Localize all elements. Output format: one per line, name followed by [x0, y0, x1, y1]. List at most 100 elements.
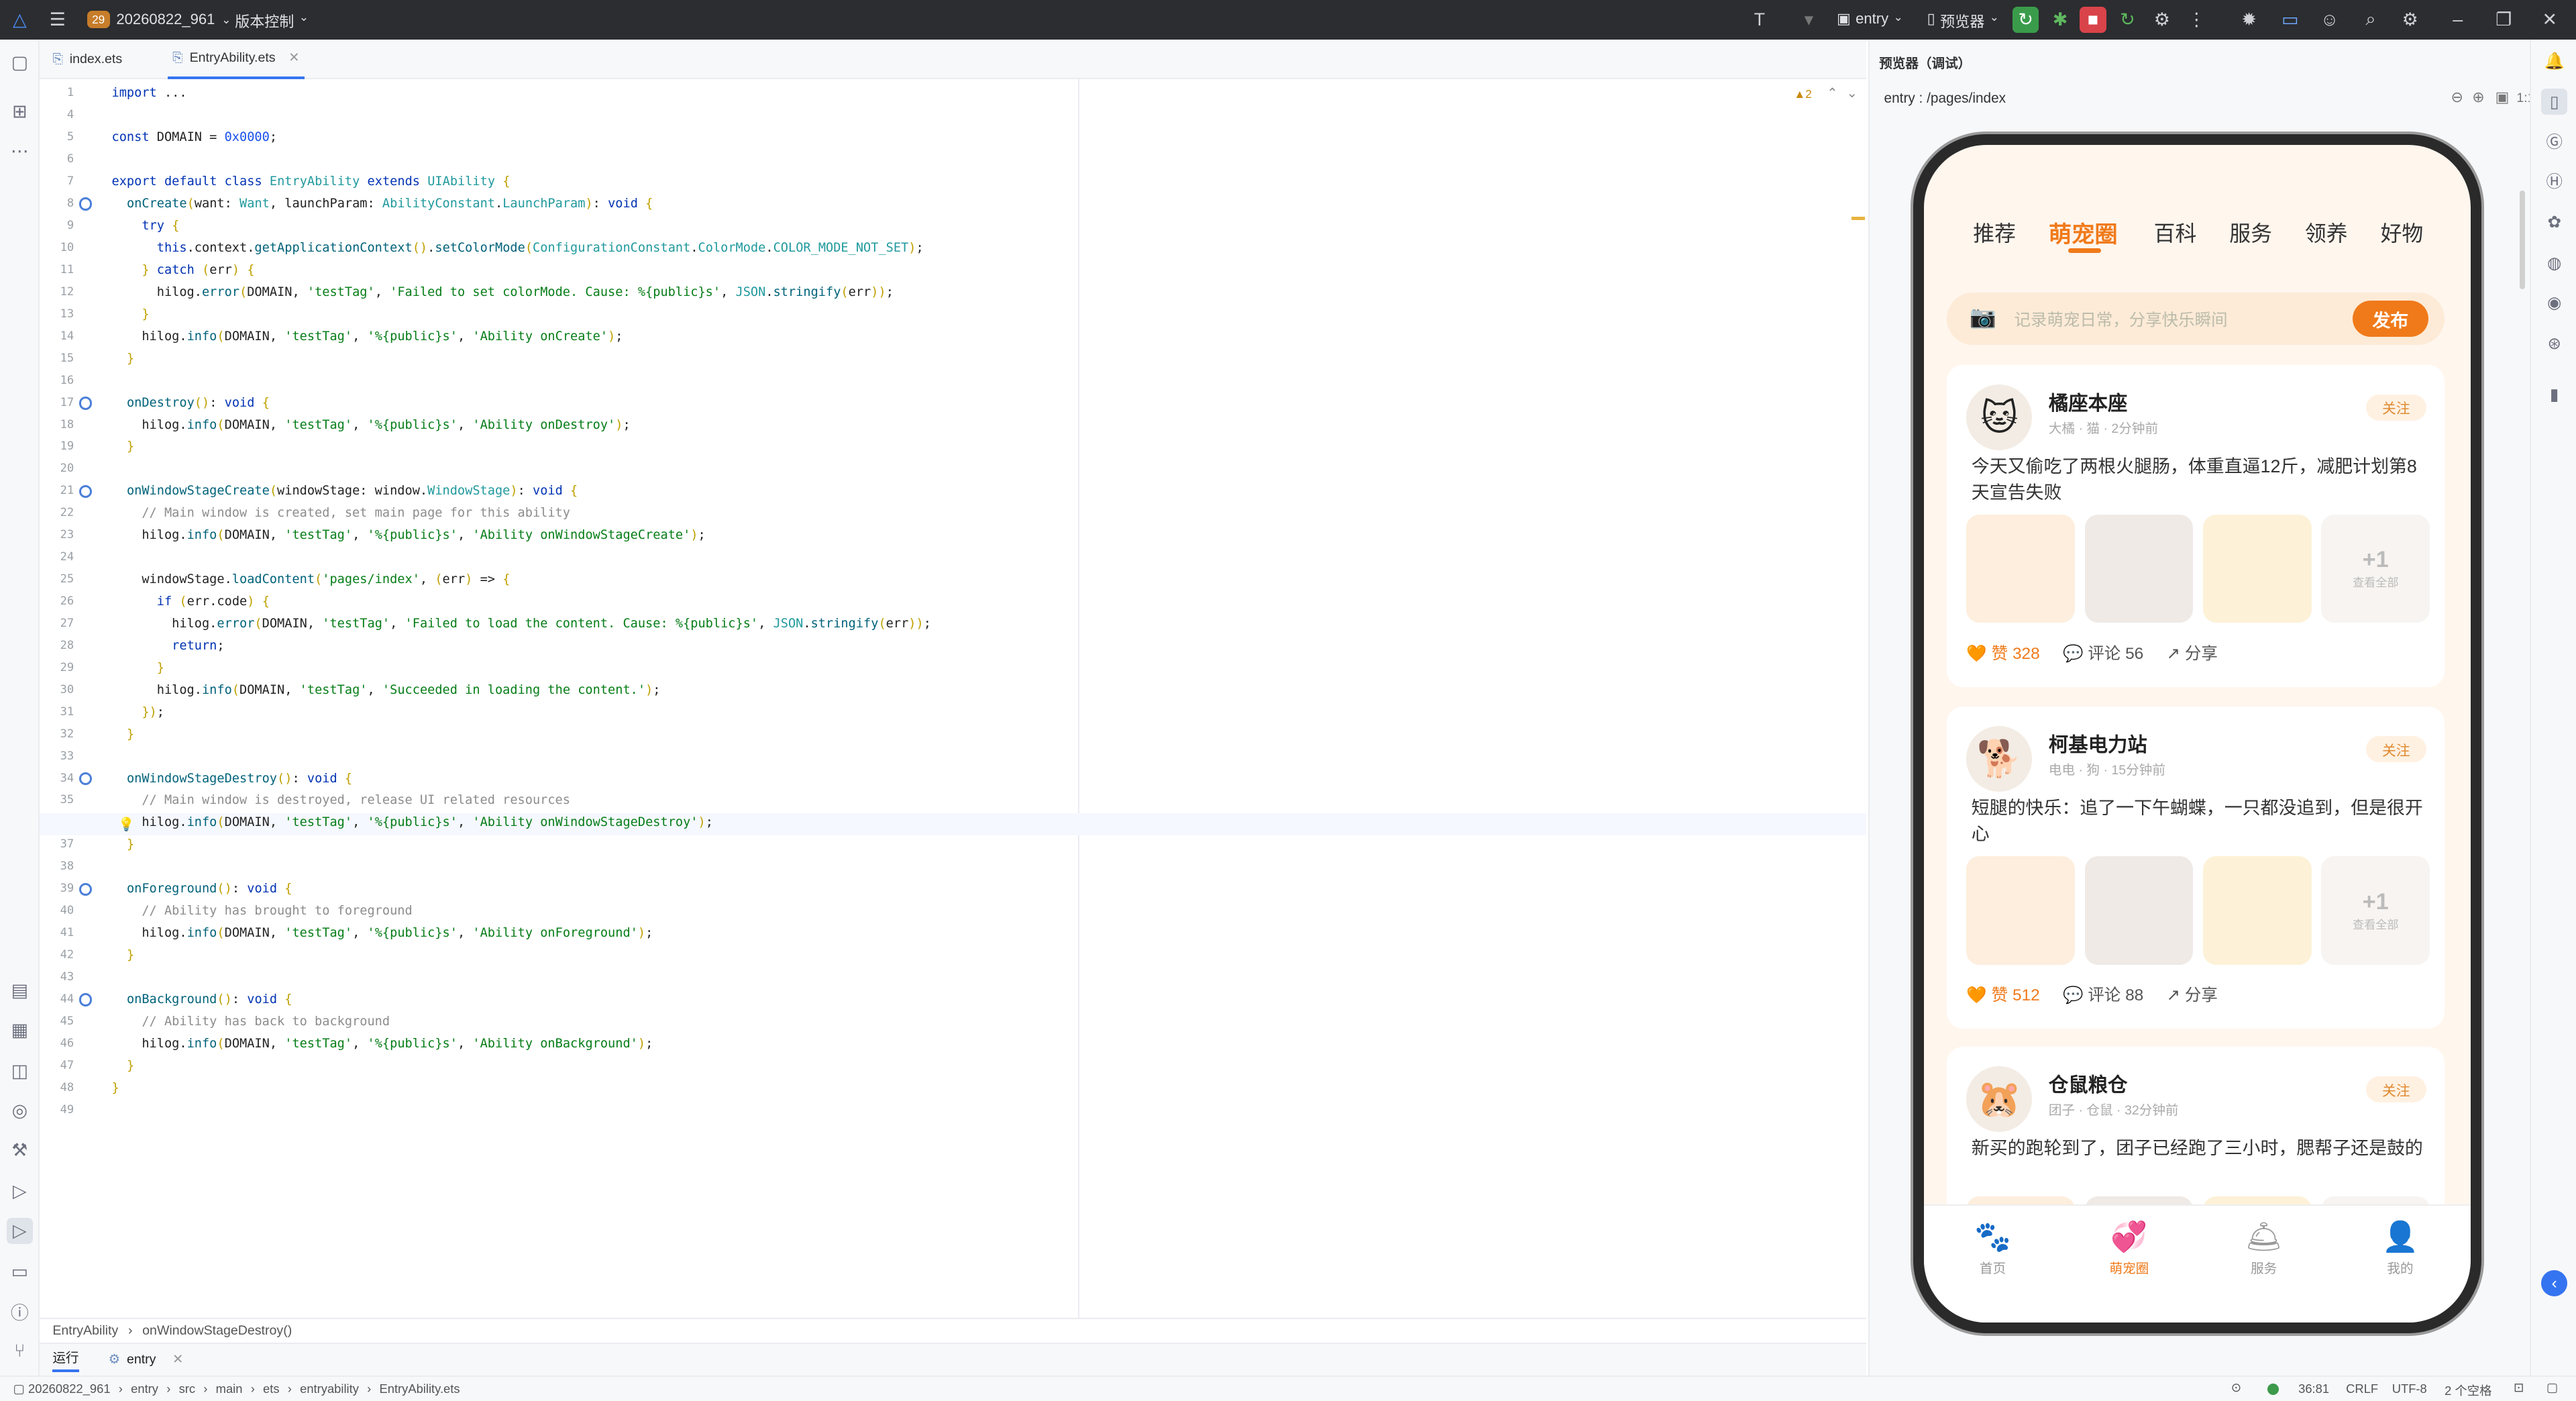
db-icon[interactable]: ◍	[2541, 250, 2567, 276]
user-name[interactable]: 橘座本座	[2049, 388, 2128, 416]
apply-changes-icon[interactable]: ↻	[2114, 7, 2141, 33]
code-line[interactable]: onWindowStageCreate(windowStage: window.…	[112, 480, 578, 502]
composer-input[interactable]: 记录萌宠日常，分享快乐瞬间	[2014, 307, 2227, 331]
code-area[interactable]: import ... const DOMAIN = 0x0000; export d…	[112, 79, 1867, 1318]
cursor-position[interactable]: 36:81	[2298, 1382, 2329, 1396]
code-line[interactable]: }	[112, 723, 134, 745]
follow-button[interactable]: 关注	[2365, 1076, 2427, 1103]
override-marker-icon[interactable]	[78, 993, 93, 1006]
code-line[interactable]: }	[112, 1077, 119, 1099]
avatar[interactable]: 🐹	[1966, 1066, 2033, 1133]
code-line[interactable]: hilog.info(DOMAIN, 'testTag', 'Succeeded…	[112, 679, 661, 701]
tab-index-ets[interactable]: ⎘ index.ets	[52, 40, 122, 79]
like-button[interactable]: 🧡 赞 512	[1966, 982, 2039, 1006]
override-marker-icon[interactable]	[78, 396, 93, 410]
notifications-icon[interactable]: 🔔	[2541, 48, 2567, 74]
code-line[interactable]: }	[112, 1055, 134, 1077]
code-line[interactable]: hilog.info(DOMAIN, 'testTag', '%{public}…	[112, 1033, 653, 1055]
breadcrumb-method[interactable]: onWindowStageDestroy()	[142, 1323, 292, 1339]
user-name[interactable]: 柯基电力站	[2049, 729, 2147, 758]
code-line[interactable]: export default class EntryAbility extend…	[112, 170, 511, 193]
code-line[interactable]: hilog.error(DOMAIN, 'testTag', 'Failed t…	[112, 281, 894, 303]
share-button[interactable]: ↗ 分享	[2167, 982, 2218, 1006]
path-segment[interactable]: ets	[263, 1382, 280, 1396]
post-image[interactable]	[2084, 855, 2194, 965]
code-line[interactable]: hilog.error(DOMAIN, 'testTag', 'Failed t…	[112, 613, 931, 635]
chevron-up-icon[interactable]: ⌃	[1827, 85, 1837, 101]
project-selector[interactable]: 29 20260822_961 ⌄	[87, 8, 231, 31]
app-tab[interactable]: 好物	[2381, 217, 2424, 248]
override-marker-icon[interactable]	[78, 882, 93, 896]
run-config-selector[interactable]: ▣ entry ⌄	[1837, 10, 1903, 28]
code-line[interactable]: onBackground(): void {	[112, 988, 292, 1010]
comment-button[interactable]: 💬 评论 88	[2063, 982, 2143, 1006]
view-all-images[interactable]: +1 查看全部	[2321, 514, 2430, 623]
code-line[interactable]: try {	[112, 215, 179, 237]
robot-icon[interactable]: ⊛	[2541, 330, 2567, 356]
code-line[interactable]: windowStage.loadContent('pages/index', (…	[112, 568, 510, 590]
path-segment[interactable]: entryability	[300, 1382, 359, 1396]
override-marker-icon[interactable]	[78, 772, 93, 786]
code-line[interactable]: hilog.info(DOMAIN, 'testTag', '%{public}…	[112, 811, 713, 833]
notes-icon[interactable]: ▤	[7, 978, 33, 1004]
device-selector[interactable]: ▯ 预览器 ⌄	[1927, 10, 1999, 32]
inspection-warnings[interactable]: ▲2	[1794, 87, 1811, 101]
app-tab[interactable]: 领养	[2305, 217, 2348, 248]
maximize-icon[interactable]: ❐	[2491, 7, 2517, 33]
eye-icon[interactable]: ◉	[2541, 289, 2567, 315]
fit-icon[interactable]: ▣	[2496, 89, 2510, 106]
bottom-nav-item[interactable]: 💞 萌宠圈	[2088, 1219, 2170, 1277]
code-line[interactable]: this.context.getApplicationContext().set…	[112, 237, 924, 259]
app-tab[interactable]: 服务	[2229, 217, 2272, 248]
publish-button[interactable]: 发布	[2352, 301, 2428, 338]
indent-setting[interactable]: 2 个空格	[2445, 1382, 2491, 1399]
close-icon[interactable]: ✕	[2536, 7, 2563, 33]
app-tab[interactable]: 推荐	[1973, 217, 2016, 248]
code-line[interactable]: // Ability has brought to foreground	[112, 900, 412, 922]
code-line[interactable]: // Main window is created, set main page…	[112, 502, 570, 524]
font-icon[interactable]: T	[1746, 7, 1772, 33]
override-marker-icon[interactable]	[78, 484, 93, 499]
bottom-nav-item[interactable]: 🐾 首页	[1951, 1219, 2033, 1277]
code-line[interactable]: hilog.info(DOMAIN, 'testTag', '%{public}…	[112, 325, 623, 348]
table-icon[interactable]: ▦	[7, 1017, 33, 1043]
post-card[interactable]: 🐱 橘座本座 大橘 · 猫 · 2分钟前 关注 今天又偷吃了两根火腿肠，体重直逼12斤，…	[1947, 364, 2445, 687]
bulb-icon[interactable]: 💡	[118, 817, 134, 833]
structure-icon[interactable]: ⊞	[7, 99, 33, 125]
code-line[interactable]: }	[112, 944, 134, 966]
post-image[interactable]	[2203, 514, 2312, 623]
g-icon[interactable]: Ⓖ	[2541, 128, 2567, 154]
build-icon[interactable]: ⚒	[7, 1137, 33, 1163]
app-tab[interactable]: 百科	[2154, 217, 2197, 248]
zoom-in-icon[interactable]: ⊕	[2472, 89, 2484, 106]
more-icon[interactable]: ⋮	[2184, 7, 2210, 33]
bottom-nav-item[interactable]: 🛎 服务	[2222, 1219, 2304, 1277]
account-icon[interactable]: ☺	[2316, 7, 2343, 33]
path-segment[interactable]: main	[216, 1382, 243, 1396]
app-tab[interactable]: 萌宠圈	[2049, 215, 2118, 249]
post-image[interactable]	[1966, 855, 2076, 965]
profiler-icon[interactable]: ◎	[7, 1098, 33, 1124]
code-line[interactable]: }	[112, 657, 164, 679]
avatar[interactable]: 🐱	[1966, 384, 2033, 450]
search-icon[interactable]: ⌕	[2357, 7, 2383, 33]
post-image[interactable]	[1966, 514, 2076, 623]
code-line[interactable]: });	[112, 701, 164, 723]
layout-icon[interactable]: ▢	[2546, 1380, 2558, 1395]
device-icon[interactable]: ▮	[2541, 381, 2567, 407]
file-encoding[interactable]: UTF-8	[2392, 1382, 2427, 1396]
code-line[interactable]: import ...	[112, 82, 187, 104]
git-icon[interactable]: ⑂	[7, 1337, 33, 1363]
line-ending[interactable]: CRLF	[2346, 1382, 2378, 1396]
path-segment[interactable]: entry	[131, 1382, 158, 1396]
services-icon[interactable]: ▷	[7, 1178, 33, 1204]
like-button[interactable]: 🧡 赞 328	[1966, 641, 2039, 664]
previewer-tool-icon[interactable]: ▯	[2541, 89, 2568, 115]
comment-button[interactable]: 💬 评论 56	[2063, 641, 2143, 664]
close-icon[interactable]: ✕	[172, 1351, 183, 1367]
code-line[interactable]: if (err.code) {	[112, 590, 270, 613]
run-tool-icon[interactable]: ▷	[6, 1217, 33, 1244]
share-button[interactable]: ↗ 分享	[2167, 641, 2218, 664]
bookmark-icon[interactable]: ◫	[7, 1058, 33, 1084]
scrollbar[interactable]	[2520, 191, 2525, 289]
